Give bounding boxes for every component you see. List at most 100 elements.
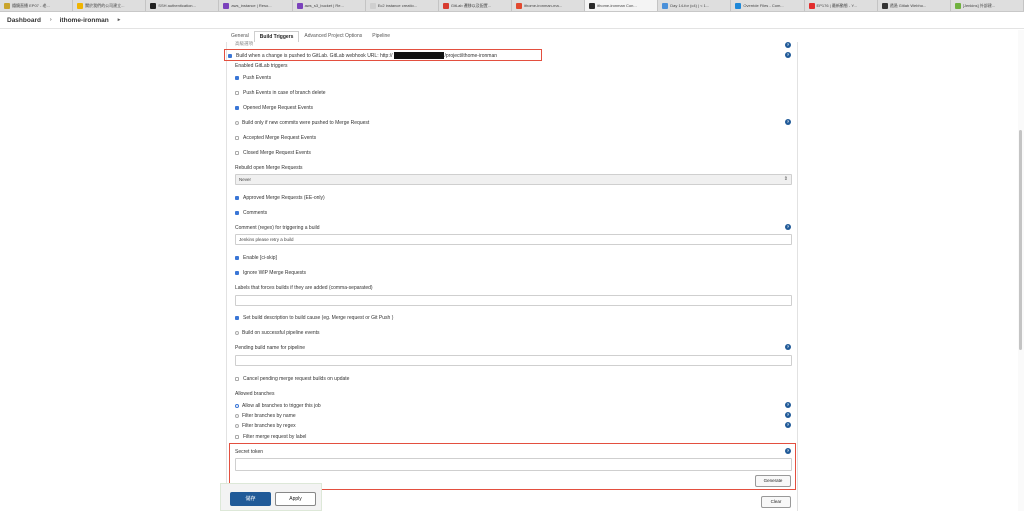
breadcrumb-project[interactable]: ithome-ironman: [60, 17, 109, 24]
comment-regex-input[interactable]: Jenkins please retry a build: [235, 234, 792, 245]
browser-tab[interactable]: Day 14-for (c4) | < 1...: [658, 0, 732, 11]
browser-tab[interactable]: 鐵鏡直播 EP07 - 老...: [0, 0, 74, 11]
browser-tab-label: 關於我們的公司建立...: [85, 2, 125, 8]
help-icon[interactable]: ?: [785, 422, 791, 428]
accepted-mr-events-option[interactable]: Accepted Merge Request Events: [235, 135, 316, 141]
opened-mr-events-option[interactable]: Opened Merge Request Events: [235, 105, 313, 111]
opened-mr-events-label: Opened Merge Request Events: [243, 105, 314, 111]
help-icon[interactable]: ?: [785, 42, 791, 48]
filter-by-regex-label: Filter branches by regex: [242, 423, 296, 429]
filter-mr-by-label-option[interactable]: Filter merge request by label: [235, 434, 306, 440]
favicon-icon: [150, 2, 157, 9]
radio[interactable]: [235, 424, 239, 428]
radio-selected[interactable]: [235, 404, 239, 408]
scrollbar-thumb[interactable]: [1019, 130, 1022, 350]
checkbox-checked[interactable]: [235, 316, 239, 320]
browser-tab[interactable]: aws_instance | Reso...: [219, 0, 293, 11]
help-icon[interactable]: ?: [785, 344, 791, 350]
browser-tab-strip: 鐵鏡直播 EP07 - 老... 關於我們的公司建立... SSH authenti…: [0, 0, 1024, 12]
secret-token-input[interactable]: [235, 458, 792, 471]
approved-mr-option[interactable]: Approved Merge Requests (EE-only): [235, 195, 325, 201]
generate-button[interactable]: Generate: [755, 475, 791, 487]
build-on-pipeline-label: Build on successful pipeline events: [242, 330, 320, 336]
cancel-pending-option[interactable]: Cancel pending merge request builds on u…: [235, 376, 349, 382]
secret-token-label: Secret token: [235, 449, 264, 455]
breadcrumb-dashboard[interactable]: Dashboard: [7, 17, 41, 24]
browser-tab-label: GitLab 遷移以及配置...: [450, 2, 492, 8]
favicon-icon: [735, 2, 742, 9]
tab-advanced-project-options[interactable]: Advanced Project Options: [299, 31, 367, 42]
checkbox[interactable]: [235, 435, 239, 439]
filter-by-name-option[interactable]: Filter branches by name: [235, 413, 296, 419]
pending-build-name-input[interactable]: [235, 355, 792, 366]
allowed-branches-label: Allowed branches: [235, 391, 275, 397]
enable-ci-skip-option[interactable]: Enable [ci-skip]: [235, 255, 277, 261]
browser-tab[interactable]: Ec2 instance creatio...: [366, 0, 439, 11]
push-events-branch-delete-option[interactable]: Push Events in case of branch delete: [235, 90, 326, 96]
checkbox-checked[interactable]: [235, 76, 239, 80]
favicon-icon: [442, 2, 449, 9]
browser-tab[interactable]: aws_s3_bucket | Re...: [293, 0, 366, 11]
radio[interactable]: [235, 414, 239, 418]
build-on-pipeline-option[interactable]: Build on successful pipeline events: [235, 330, 320, 336]
chevron-right-icon: ›: [49, 17, 52, 23]
ignore-wip-option[interactable]: Ignore WIP Merge Requests: [235, 270, 306, 276]
browser-tab[interactable]: Override Files - Com...: [731, 0, 805, 11]
browser-tab[interactable]: ithome-ironman-ma...: [512, 0, 586, 11]
checkbox-checked[interactable]: [235, 196, 239, 200]
filter-by-regex-option[interactable]: Filter branches by regex: [235, 423, 296, 429]
clear-button[interactable]: Clear: [761, 496, 791, 508]
checkbox[interactable]: [235, 91, 239, 95]
browser-tab[interactable]: [Jenkins] 外部建...: [951, 0, 1024, 11]
browser-tab[interactable]: EP176 | 最新動態 - Y...: [805, 0, 878, 11]
checkbox-checked[interactable]: [235, 211, 239, 215]
comments-option[interactable]: Comments: [235, 210, 267, 216]
approved-mr-label: Approved Merge Requests (EE-only): [243, 195, 325, 201]
build-only-new-commits-option[interactable]: Build only if new commits were pushed to…: [235, 120, 369, 126]
browser-tab[interactable]: ithome-ironman Con...: [585, 0, 659, 11]
browser-tab-label: EP176 | 最新動態 - Y...: [816, 2, 857, 8]
browser-tab[interactable]: 關於我們的公司建立...: [73, 0, 147, 11]
ignore-wip-label: Ignore WIP Merge Requests: [243, 270, 306, 276]
radio[interactable]: [235, 331, 239, 335]
build-when-pushed-row[interactable]: Build when a change is pushed to GitLab.…: [228, 52, 497, 59]
push-events-option[interactable]: Push Events: [235, 75, 271, 81]
save-button[interactable]: 儲存: [230, 492, 271, 506]
rebuild-open-mr-select[interactable]: Never ⇕: [235, 174, 792, 185]
browser-tab-label: ithome-ironman Con...: [597, 3, 637, 8]
checkbox[interactable]: [235, 377, 239, 381]
browser-tab-label: ithome-ironman-ma...: [523, 3, 562, 8]
help-icon[interactable]: ?: [785, 52, 791, 58]
help-icon[interactable]: ?: [785, 402, 791, 408]
checkbox-checked[interactable]: [235, 256, 239, 260]
breadcrumb: Dashboard › ithome-ironman ▸: [0, 12, 1024, 29]
checkbox-checked[interactable]: [235, 271, 239, 275]
set-build-desc-option[interactable]: Set build description to build cause (eg…: [235, 315, 393, 321]
chevron-down-icon[interactable]: ▸: [118, 17, 121, 23]
favicon-icon: [223, 2, 230, 9]
help-icon[interactable]: ?: [785, 412, 791, 418]
radio[interactable]: [235, 121, 239, 125]
apply-button[interactable]: Apply: [275, 492, 316, 506]
favicon-icon: [369, 2, 376, 9]
help-icon[interactable]: ?: [785, 224, 791, 230]
browser-tab[interactable]: 透過 Gitlab Webho...: [878, 0, 951, 11]
labels-force-input[interactable]: [235, 295, 792, 306]
help-icon[interactable]: ?: [785, 119, 791, 125]
allow-all-branches-label: Allow all branches to trigger this job: [242, 403, 321, 409]
accepted-mr-events-label: Accepted Merge Request Events: [243, 135, 317, 141]
filter-mr-by-label-label: Filter merge request by label: [243, 434, 307, 440]
browser-tab[interactable]: GitLab 遷移以及配置...: [439, 0, 512, 11]
checkbox-checked[interactable]: [228, 53, 232, 58]
browser-tab[interactable]: SSH authentication...: [146, 0, 220, 11]
build-only-new-commits-label: Build only if new commits were pushed to…: [242, 120, 370, 126]
checkbox[interactable]: [235, 136, 239, 140]
allow-all-branches-option[interactable]: Allow all branches to trigger this job: [235, 403, 321, 409]
tab-build-triggers[interactable]: Build Triggers: [253, 31, 300, 42]
checkbox-checked[interactable]: [235, 106, 239, 110]
tab-pipeline[interactable]: Pipeline: [367, 31, 395, 42]
rebuild-open-mr-value: Never: [239, 177, 252, 182]
closed-mr-events-option[interactable]: Closed Merge Request Events: [235, 150, 311, 156]
checkbox[interactable]: [235, 151, 239, 155]
help-icon[interactable]: ?: [785, 448, 791, 454]
